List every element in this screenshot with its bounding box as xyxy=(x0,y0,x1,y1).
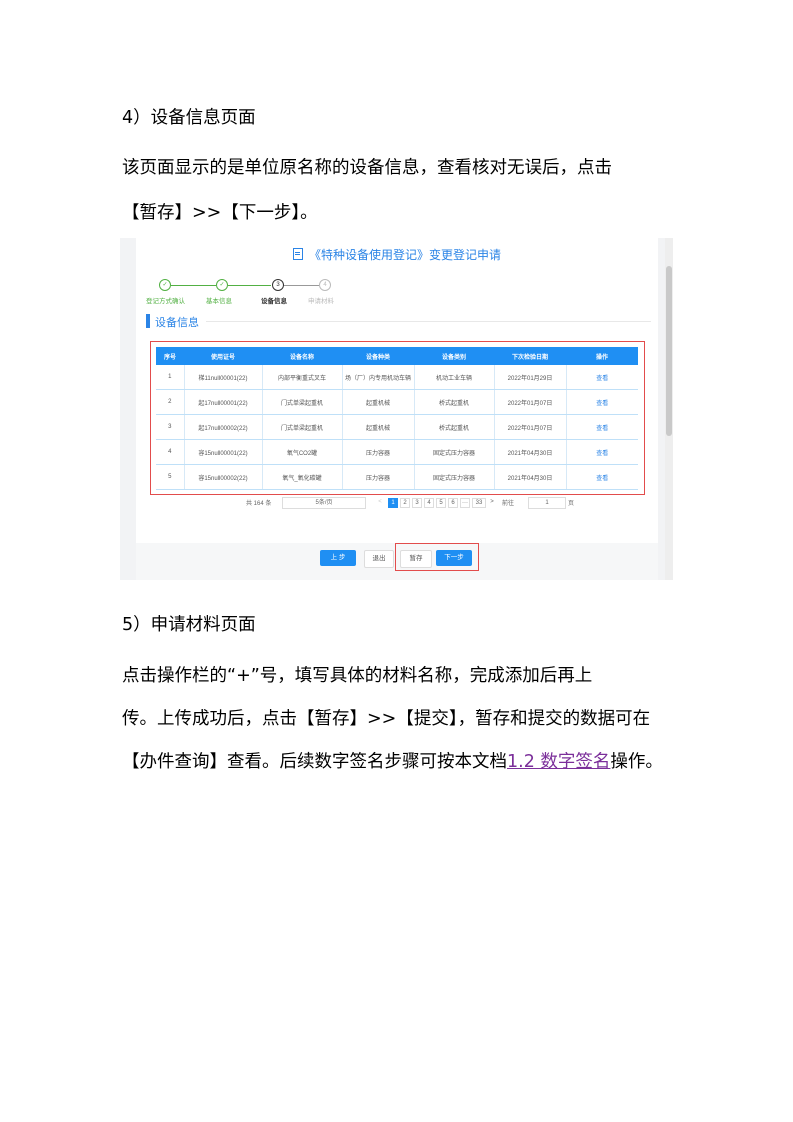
section-title: 设备信息 xyxy=(155,317,199,329)
table-row: 1 梯11null00001(22) 内部平衡重式叉车 场（厂）内专用机动车辆 … xyxy=(156,365,638,390)
col-header-device-category: 设备类别 xyxy=(414,347,494,365)
step-1-check-icon: ✓ xyxy=(159,279,171,291)
cell-cert-no: 容15null00002(22) xyxy=(183,464,262,490)
step-4-marker: 4 xyxy=(319,279,331,291)
heading-5: 5）申请材料页面 xyxy=(122,615,256,635)
page-2-button[interactable]: 2 xyxy=(400,498,410,508)
cell-cert-no: 梯11null00001(22) xyxy=(183,365,262,390)
cell-device-kind: 压力容器 xyxy=(341,439,414,465)
cell-cert-no: 容15null00001(22) xyxy=(183,439,262,465)
exit-button[interactable]: 退出 xyxy=(364,550,394,568)
next-step-button[interactable]: 下一步 xyxy=(436,550,472,566)
page-5-button[interactable]: 5 xyxy=(436,498,446,508)
digital-signature-link[interactable]: 1.2 数字签名 xyxy=(507,752,610,772)
cell-device-kind: 起重机械 xyxy=(341,414,414,440)
cell-device-name: 氧气CO2罐 xyxy=(261,439,342,465)
equipment-table: 序号 使用证号 设备名称 设备种类 设备类别 下次检验日期 操作 1 梯11nu… xyxy=(156,347,638,490)
page-6-button[interactable]: 6 xyxy=(448,498,458,508)
step-1-label[interactable]: 登记方式确认 xyxy=(146,295,185,305)
page-title: 《特种设备使用登记》变更登记申请 xyxy=(136,246,658,263)
view-link[interactable]: 查看 xyxy=(565,439,638,465)
cell-next-inspection: 2021年04月30日 xyxy=(493,439,566,465)
form-card: 《特种设备使用登记》变更登记申请 ✓ ✓ 3 4 登记方式确认 基本信息 设备信… xyxy=(136,238,658,543)
para-5-text: 【办件查询】查看。后续数字签名步骤可按本文档 xyxy=(122,752,507,772)
step-4-label: 申请材料 xyxy=(308,298,334,305)
view-link[interactable]: 查看 xyxy=(565,365,638,390)
section-header: 设备信息 xyxy=(146,312,651,330)
cell-index: 3 xyxy=(156,414,184,440)
goto-page-input[interactable]: 1 xyxy=(528,497,566,509)
goto-label: 前往 xyxy=(502,501,515,507)
cell-device-category: 桥式起重机 xyxy=(413,389,494,415)
step-3-marker: 3 xyxy=(272,279,284,291)
table-row: 5 容15null00002(22) 氧气_氧化碳罐 压力容器 固定式压力容器 … xyxy=(156,464,638,490)
view-link[interactable]: 查看 xyxy=(565,414,638,440)
para-5-line-3: 【办件查询】查看。后续数字签名步骤可按本文档1.2 数字签名操作。 xyxy=(122,750,682,774)
table-header-row: 序号 使用证号 设备名称 设备种类 设备类别 下次检验日期 操作 xyxy=(156,347,638,365)
save-draft-button[interactable]: 暂存 xyxy=(400,550,432,568)
cell-device-name: 氧气_氧化碳罐 xyxy=(261,464,342,490)
step-connector xyxy=(171,285,216,286)
para-5-line-1: 点击操作栏的“+”号，填写具体的材料名称，完成添加后再上 xyxy=(122,666,593,686)
col-header-device-name: 设备名称 xyxy=(262,347,342,365)
cell-device-kind: 压力容器 xyxy=(341,464,414,490)
cell-index: 4 xyxy=(156,439,184,465)
col-header-next-inspection: 下次检验日期 xyxy=(494,347,566,365)
next-page-button[interactable]: > xyxy=(488,498,496,506)
more-pages-button[interactable]: ··· xyxy=(460,498,470,508)
cell-cert-no: 起17null00002(22) xyxy=(183,414,262,440)
prev-step-button[interactable]: 上 步 xyxy=(320,550,356,566)
para-4-line-2: 【暂存】>>【下一步】。 xyxy=(122,203,318,223)
cell-device-name: 内部平衡重式叉车 xyxy=(261,365,342,390)
step-2-label[interactable]: 基本信息 xyxy=(206,295,232,305)
cell-device-name: 门式单梁起重机 xyxy=(261,389,342,415)
cell-next-inspection: 2022年01月07日 xyxy=(493,414,566,440)
col-header-cert-no: 使用证号 xyxy=(184,347,262,365)
cell-device-category: 固定式压力容器 xyxy=(413,464,494,490)
col-header-action: 操作 xyxy=(566,347,638,365)
para-4-line-1: 该页面显示的是单位原名称的设备信息，查看核对无误后，点击 xyxy=(122,158,612,178)
cell-device-category: 桥式起重机 xyxy=(413,414,494,440)
cell-device-name: 门式单梁起重机 xyxy=(261,414,342,440)
table-row: 2 起17null00001(22) 门式单梁起重机 起重机械 桥式起重机 20… xyxy=(156,389,638,415)
embedded-screenshot: 《特种设备使用登记》变更登记申请 ✓ ✓ 3 4 登记方式确认 基本信息 设备信… xyxy=(120,238,673,580)
col-header-device-kind: 设备种类 xyxy=(342,347,414,365)
document-icon xyxy=(292,248,303,260)
para-5-text-end: 操作。 xyxy=(610,752,663,772)
page-1-button[interactable]: 1 xyxy=(388,498,398,508)
cell-index: 1 xyxy=(156,365,184,390)
table-row: 4 容15null00001(22) 氧气CO2罐 压力容器 固定式压力容器 2… xyxy=(156,439,638,465)
cell-device-category: 固定式压力容器 xyxy=(413,439,494,465)
table-row: 3 起17null00002(22) 门式单梁起重机 起重机械 桥式起重机 20… xyxy=(156,414,638,440)
step-connector xyxy=(283,285,319,286)
pager-total: 共 164 条 xyxy=(246,501,272,507)
page-size-select[interactable]: 5条/页 xyxy=(282,497,366,509)
cell-next-inspection: 2022年01月29日 xyxy=(493,365,566,390)
cell-index: 2 xyxy=(156,389,184,415)
last-page-button[interactable]: 33 xyxy=(472,498,486,508)
page-4-button[interactable]: 4 xyxy=(424,498,434,508)
step-3-label: 设备信息 xyxy=(261,298,287,305)
page-unit-label: 页 xyxy=(568,501,575,507)
section-divider xyxy=(206,321,651,322)
view-link[interactable]: 查看 xyxy=(565,389,638,415)
cell-next-inspection: 2022年01月07日 xyxy=(493,389,566,415)
step-2-check-icon: ✓ xyxy=(216,279,228,291)
cell-device-kind: 起重机械 xyxy=(341,389,414,415)
cell-cert-no: 起17null00001(22) xyxy=(183,389,262,415)
col-header-index: 序号 xyxy=(156,347,184,365)
scrollbar-thumb[interactable] xyxy=(666,266,672,436)
cell-device-kind: 场（厂）内专用机动车辆 xyxy=(341,365,414,390)
heading-4: 4）设备信息页面 xyxy=(122,108,256,128)
para-5-line-2: 传。上传成功后，点击【暂存】>>【提交】，暂存和提交的数据可在 xyxy=(122,709,651,729)
page-3-button[interactable]: 3 xyxy=(412,498,422,508)
cell-device-category: 机动工业车辆 xyxy=(413,365,494,390)
step-connector xyxy=(228,285,271,286)
prev-page-button[interactable]: < xyxy=(376,498,384,506)
cell-index: 5 xyxy=(156,464,184,490)
view-link[interactable]: 查看 xyxy=(565,464,638,490)
cell-next-inspection: 2021年04月30日 xyxy=(493,464,566,490)
section-accent xyxy=(146,314,150,328)
